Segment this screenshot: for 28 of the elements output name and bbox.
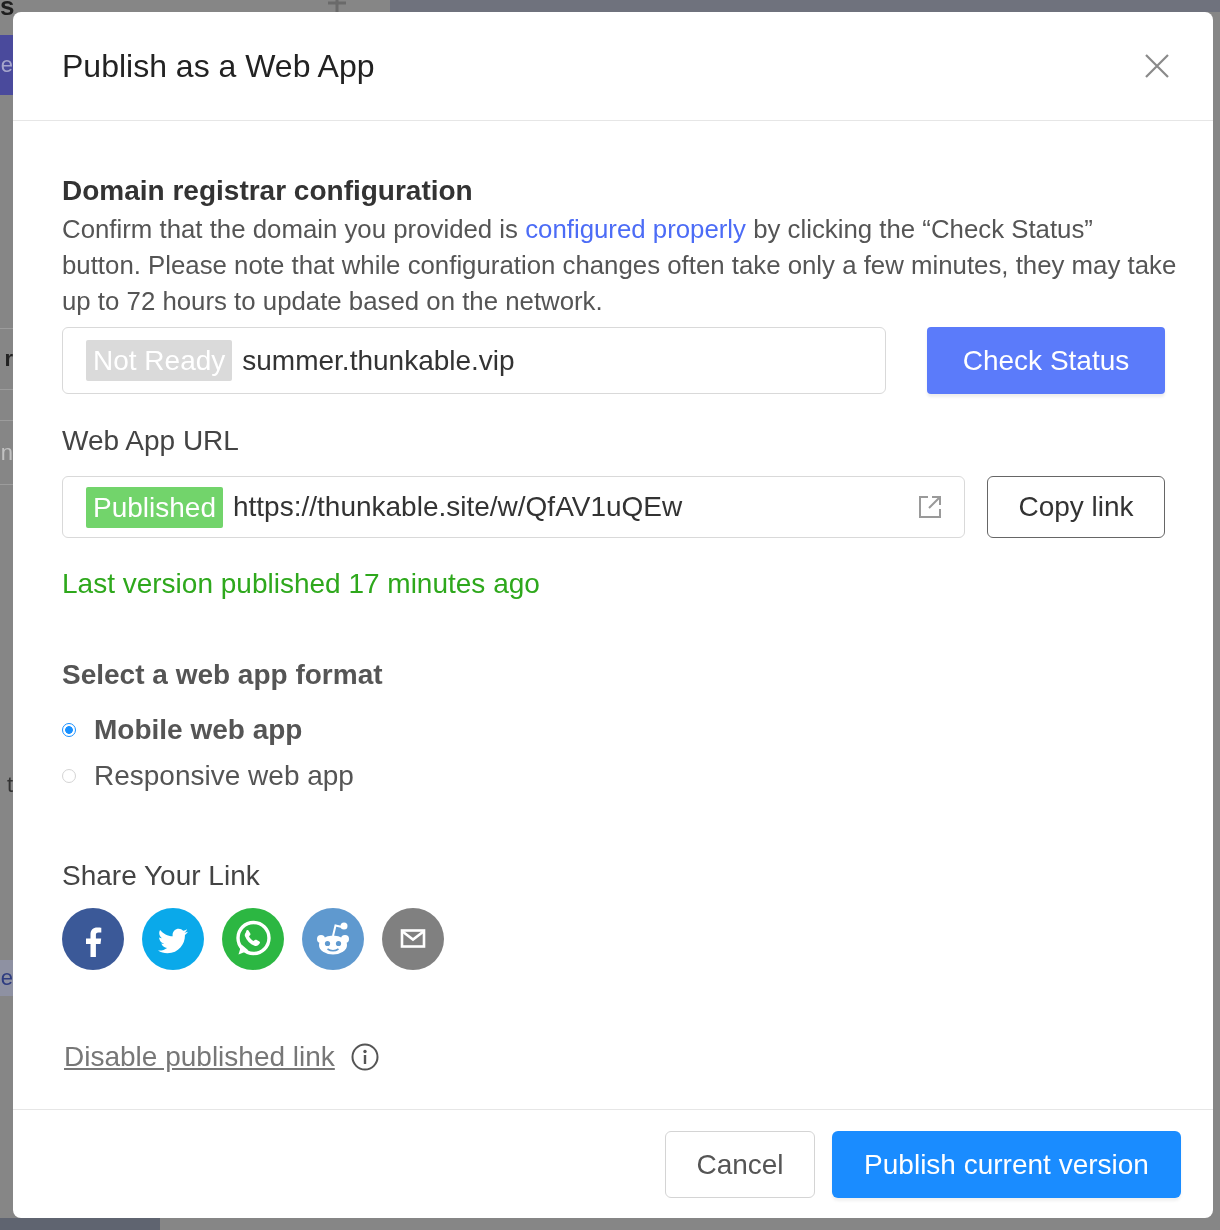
- field-label: Web App URL: [62, 425, 239, 457]
- twitter-icon[interactable]: [142, 908, 204, 970]
- highlighted-item: e: [0, 960, 13, 996]
- url-field[interactable]: Published https://thunkable.site/w/QfAV1uQEw: [62, 476, 965, 538]
- status-message: Last version published 17 minutes ago: [62, 568, 540, 600]
- radio-option[interactable]: Responsive web app: [62, 753, 354, 799]
- help-link[interactable]: configured properly: [525, 215, 746, 243]
- status-badge: Published: [86, 486, 223, 528]
- radio-option[interactable]: Mobile web app: [62, 707, 354, 753]
- check-status-button[interactable]: Check Status: [927, 327, 1165, 394]
- section-heading: Select a web app format: [62, 659, 383, 691]
- copy-link-button[interactable]: Copy link: [987, 476, 1165, 538]
- field-value: https://thunkable.site/w/QfAV1uQEw: [233, 491, 684, 523]
- close-icon[interactable]: [1144, 53, 1170, 79]
- description-text: Confirm that the domain you provided is configured properly by clicking the “Check Status” button. Please note that while configuration changes often take only a few minutes, they may take up to 72 hours to update based on the network.: [62, 214, 1178, 317]
- section-heading: Domain registrar configuration: [62, 175, 473, 207]
- whatsapp-icon[interactable]: [222, 908, 284, 970]
- disable-link[interactable]: Disable published link: [64, 1041, 335, 1073]
- share-heading: Share Your Link: [62, 860, 260, 892]
- field-value: summer.thunkable.vip: [242, 344, 516, 377]
- info-icon[interactable]: [350, 1043, 379, 1071]
- dialog-title: Publish as a Web App: [62, 47, 375, 85]
- label-text: t: [5, 771, 13, 799]
- cancel-button[interactable]: Cancel: [665, 1131, 815, 1198]
- reddit-icon[interactable]: [302, 908, 364, 970]
- external-link-icon[interactable]: [916, 493, 944, 521]
- email-icon[interactable]: [382, 908, 444, 970]
- facebook-icon[interactable]: [62, 908, 124, 970]
